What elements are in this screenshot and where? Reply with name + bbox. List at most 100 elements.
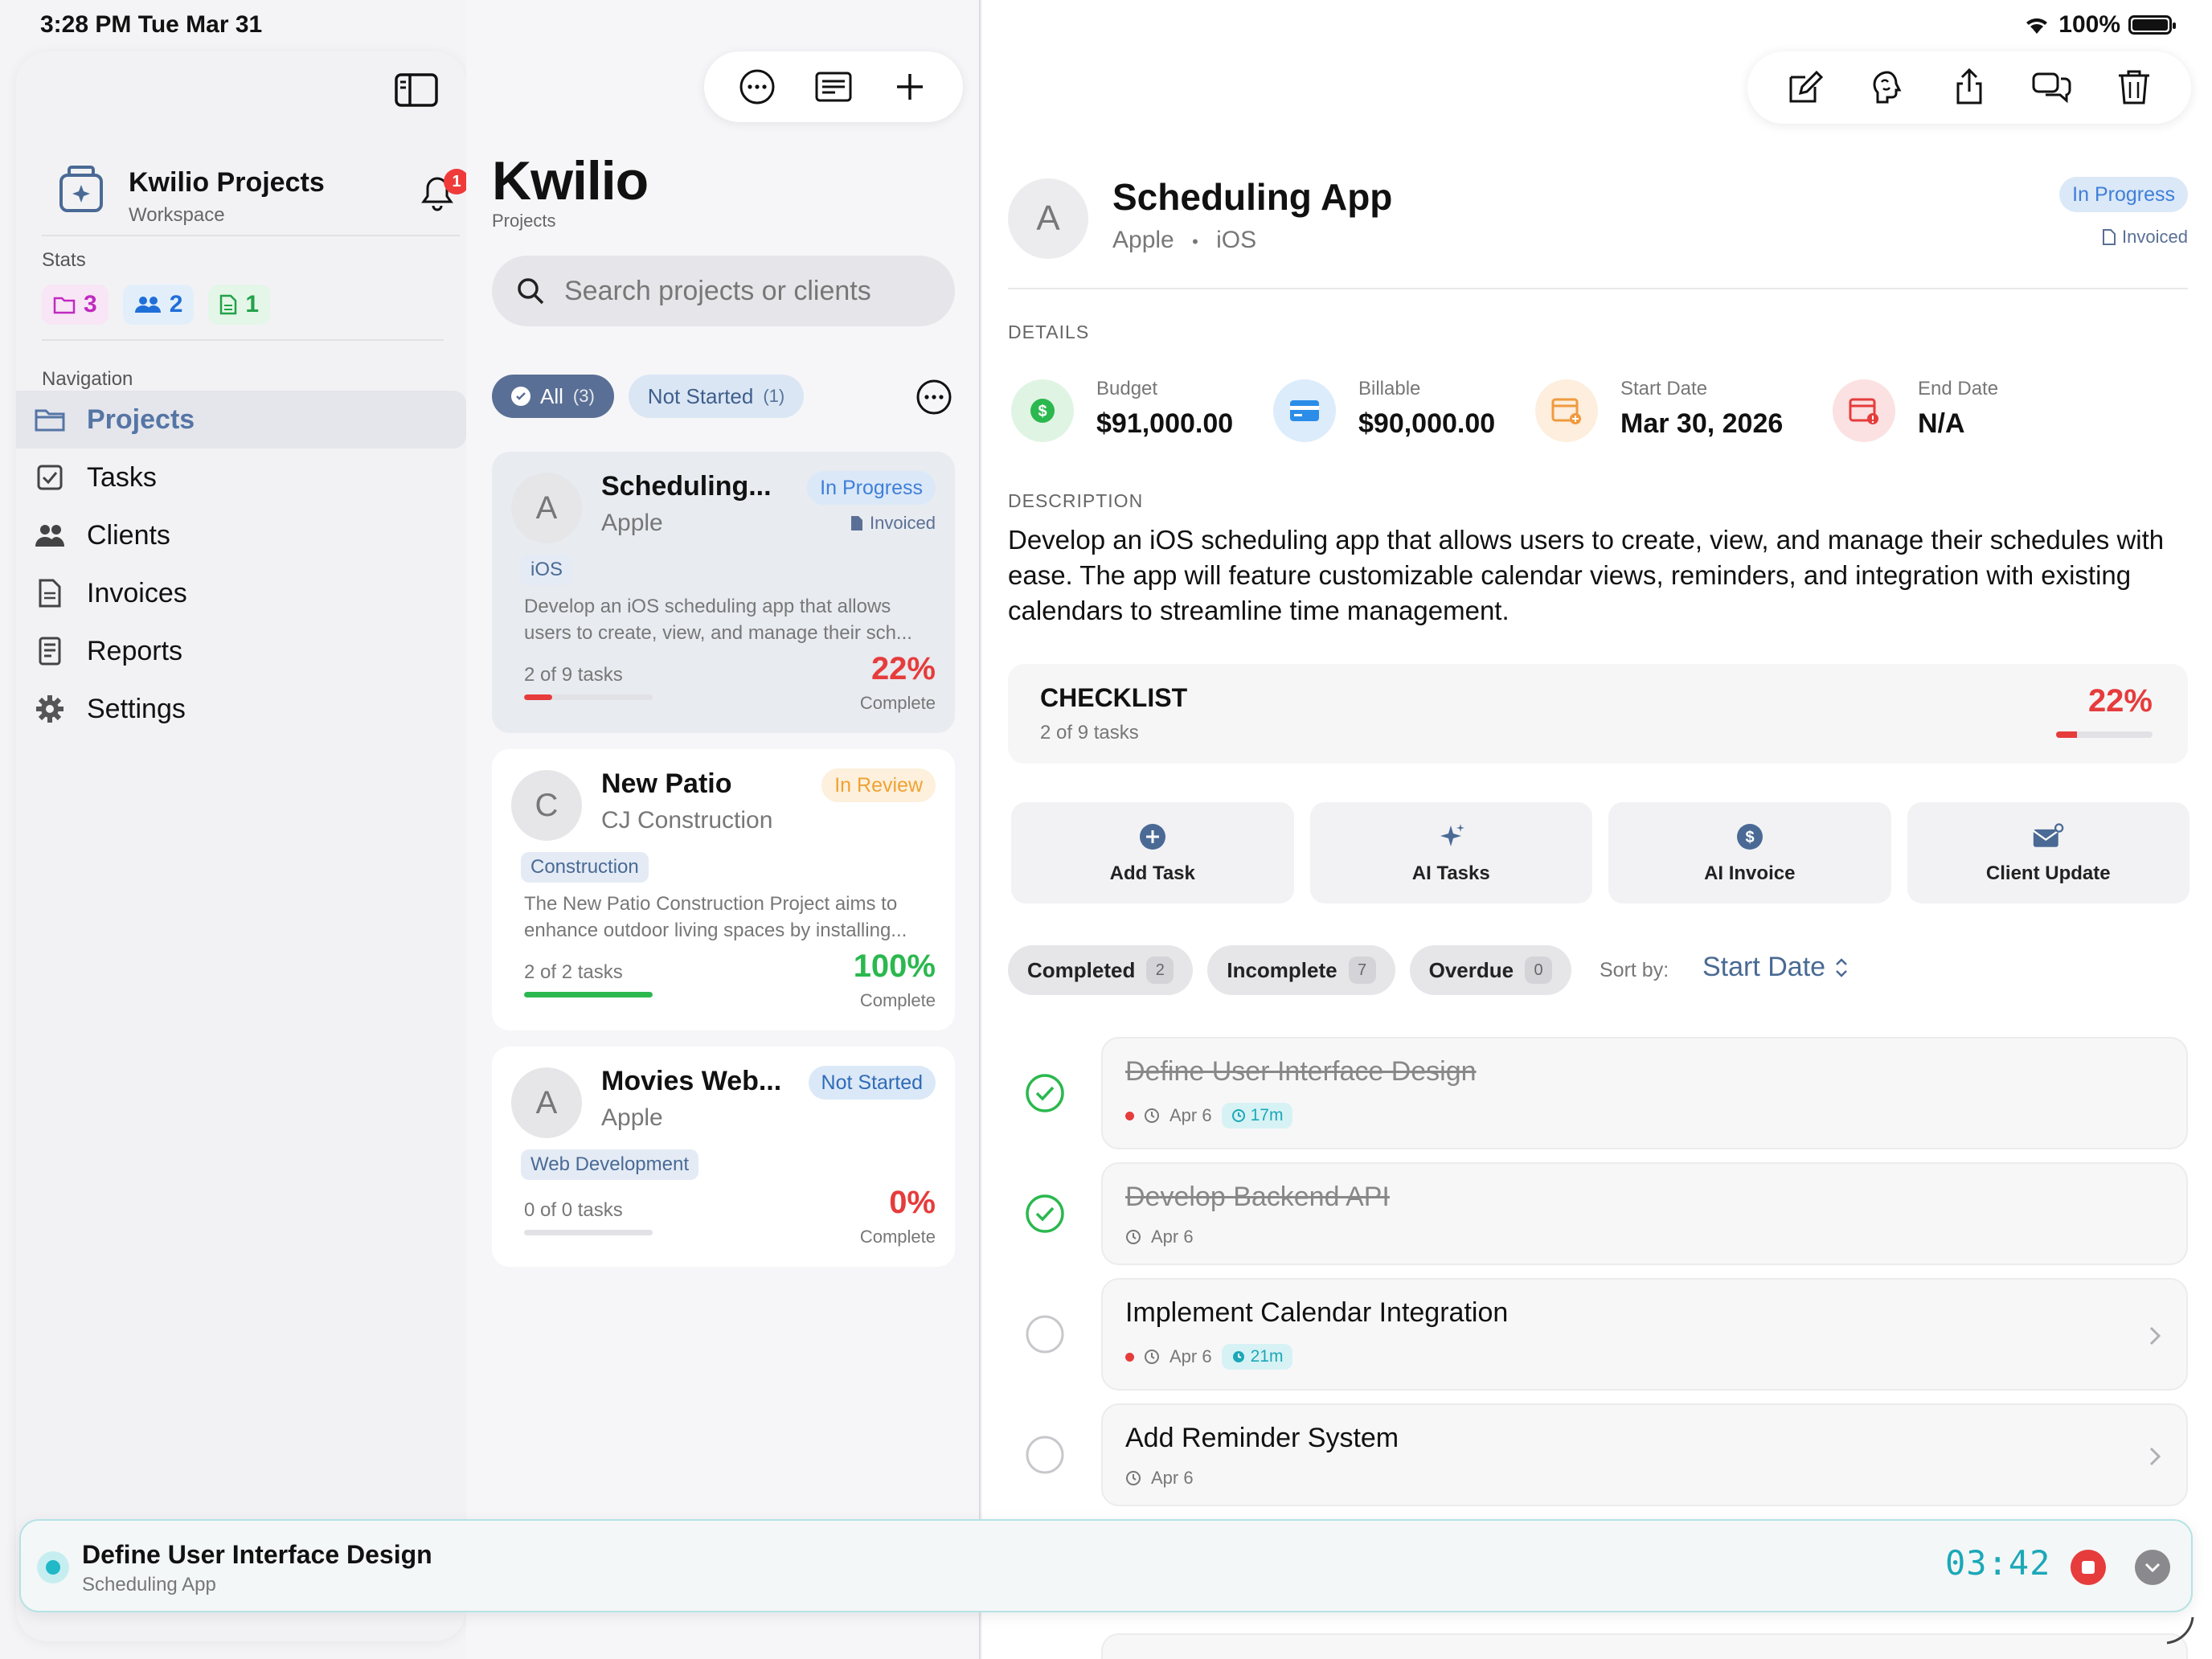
action-buttons: Add Task AI Tasks $ AI Invoice Client Up… (1011, 802, 2189, 903)
stat-invoices[interactable]: 1 (208, 285, 271, 325)
stat-clients[interactable]: 2 (122, 285, 195, 325)
stat-value: 1 (245, 291, 260, 317)
filter-label: Completed (1027, 957, 1136, 982)
brain-icon[interactable] (1867, 68, 1907, 108)
chat-icon[interactable] (2031, 68, 2071, 108)
sort-selector[interactable]: Start Date (1702, 952, 1849, 983)
filter-all[interactable]: All (3) (492, 375, 614, 418)
client-name: Apple (601, 510, 663, 536)
plus-circle-icon (1139, 824, 1165, 850)
people-icon (35, 525, 64, 547)
task-row[interactable]: Develop Backend API Apr 6 (1101, 1162, 2188, 1265)
plus-icon[interactable] (891, 68, 929, 106)
filter-more-icon[interactable] (915, 378, 953, 416)
task-row-partial[interactable] (1101, 1633, 2188, 1659)
progress-percent: 0% (889, 1185, 936, 1220)
collapse-button[interactable] (2135, 1550, 2170, 1585)
sidebar-item-settings[interactable]: Settings (16, 680, 466, 738)
checklist-card[interactable]: CHECKLIST 2 of 9 tasks 22% (1008, 664, 2188, 764)
clock-icon (1126, 1230, 1141, 1244)
invoice-icon (39, 579, 61, 608)
filter-overdue[interactable]: Overdue 0 (1409, 945, 1572, 995)
checklist-subtitle: 2 of 9 tasks (1040, 722, 1139, 743)
check-circle-icon[interactable] (1024, 1193, 1066, 1235)
empty-circle-icon[interactable] (1024, 1313, 1066, 1355)
task-row[interactable]: Define User Interface Design Apr 6 17m (1101, 1037, 2188, 1149)
invoiced-label: Invoiced (2122, 227, 2188, 247)
timer-running-icon (1232, 1351, 1244, 1362)
task-meta: Apr 6 (1125, 1227, 1194, 1247)
battery-percent: 100% (2058, 11, 2120, 38)
client-update-button[interactable]: Client Update (1907, 802, 2189, 903)
stats-label: Stats (42, 249, 86, 271)
resize-handle-icon[interactable] (2164, 1614, 2196, 1646)
task-row[interactable]: Add Reminder System Apr 6 (1101, 1403, 2188, 1506)
calendar-plus-icon (1535, 379, 1598, 442)
task-row[interactable]: Implement Calendar Integration Apr 6 21m (1101, 1278, 2188, 1391)
wifi-icon (2026, 18, 2048, 34)
status-bar: 3:28 PM Tue Mar 31 100% (0, 0, 2212, 51)
filter-completed[interactable]: Completed 2 (1008, 945, 1194, 995)
divider (1008, 288, 2188, 289)
add-task-button[interactable]: Add Task (1011, 802, 1294, 903)
search-bar[interactable] (492, 256, 955, 326)
action-label: Add Task (1109, 862, 1195, 884)
project-card-new-patio[interactable]: C New Patio CJ Construction In Review Co… (492, 749, 955, 1030)
status-badge: Not Started (808, 1066, 936, 1100)
kpi-value: $90,000.00 (1358, 408, 1496, 439)
filter-not-started[interactable]: Not Started (1) (628, 375, 805, 418)
sidebar-item-reports[interactable]: Reports (16, 622, 466, 680)
document-icon (220, 294, 237, 315)
search-input[interactable] (564, 275, 934, 307)
task-meta: Apr 6 21m (1125, 1344, 1293, 1370)
active-timer-bar[interactable]: Define User Interface Design Scheduling … (19, 1519, 2193, 1612)
timer-task-title: Define User Interface Design (82, 1540, 432, 1569)
report-icon (39, 637, 61, 666)
list-view-icon[interactable] (814, 68, 853, 106)
task-title: Develop Backend API (1125, 1182, 1390, 1212)
project-card-movies-web[interactable]: A Movies Web... Apple Not Started Web De… (492, 1047, 955, 1267)
invoiced-badge: Invoiced (850, 513, 936, 534)
trash-icon[interactable] (2114, 68, 2154, 108)
category-tag: Construction (521, 852, 649, 883)
kpi-value: $91,000.00 (1096, 408, 1234, 439)
check-circle-icon[interactable] (1024, 1072, 1066, 1114)
workspace-header[interactable]: Kwilio Projects Workspace 1 (42, 164, 469, 236)
kpi-label: Start Date (1620, 378, 1708, 399)
battery-icon (2128, 15, 2176, 35)
timer-clock: 03:42 (1945, 1543, 2051, 1583)
project-description: Develop an iOS scheduling app that allow… (524, 596, 912, 644)
sidebar-item-tasks[interactable]: Tasks (16, 449, 466, 506)
empty-circle-icon[interactable] (1024, 1434, 1066, 1476)
stop-timer-button[interactable] (2071, 1550, 2106, 1585)
project-detail-pane: A Scheduling App Apple • iOS In Progress… (982, 0, 2212, 1659)
sidebar-toggle-icon[interactable] (394, 72, 439, 108)
sort-label: Sort by: (1600, 959, 1669, 981)
filter-incomplete[interactable]: Incomplete 7 (1207, 945, 1395, 995)
users-icon (134, 297, 161, 313)
progress-bar (524, 694, 653, 700)
document-icon (2103, 229, 2116, 245)
ai-tasks-button[interactable]: AI Tasks (1309, 802, 1592, 903)
stat-projects[interactable]: 3 (42, 285, 109, 325)
status-badge: In Progress (2059, 177, 2188, 212)
edit-icon[interactable] (1784, 68, 1825, 108)
task-title: Implement Calendar Integration (1125, 1297, 1509, 1328)
sparkles-icon (1440, 824, 1465, 846)
ai-invoice-button[interactable]: $ AI Invoice (1608, 802, 1891, 903)
share-icon[interactable] (1949, 68, 1989, 108)
calendar-alert-icon (1833, 379, 1895, 442)
sidebar-item-label: Reports (87, 635, 183, 666)
status-badge: In Progress (807, 471, 936, 505)
kpi-label: End Date (1918, 378, 1999, 399)
duration-badge: 21m (1221, 1344, 1293, 1370)
chevron-right-icon (2149, 1326, 2161, 1346)
progress-percent: 100% (853, 948, 936, 984)
envelope-icon (2033, 823, 2064, 847)
more-icon[interactable] (738, 68, 776, 106)
sidebar-item-clients[interactable]: Clients (16, 506, 466, 564)
stat-value: 2 (169, 291, 183, 317)
sidebar-item-invoices[interactable]: Invoices (16, 564, 466, 622)
project-card-scheduling[interactable]: A Scheduling... Apple In Progress Invoic… (492, 452, 955, 733)
sidebar-item-projects[interactable]: Projects (16, 391, 466, 449)
